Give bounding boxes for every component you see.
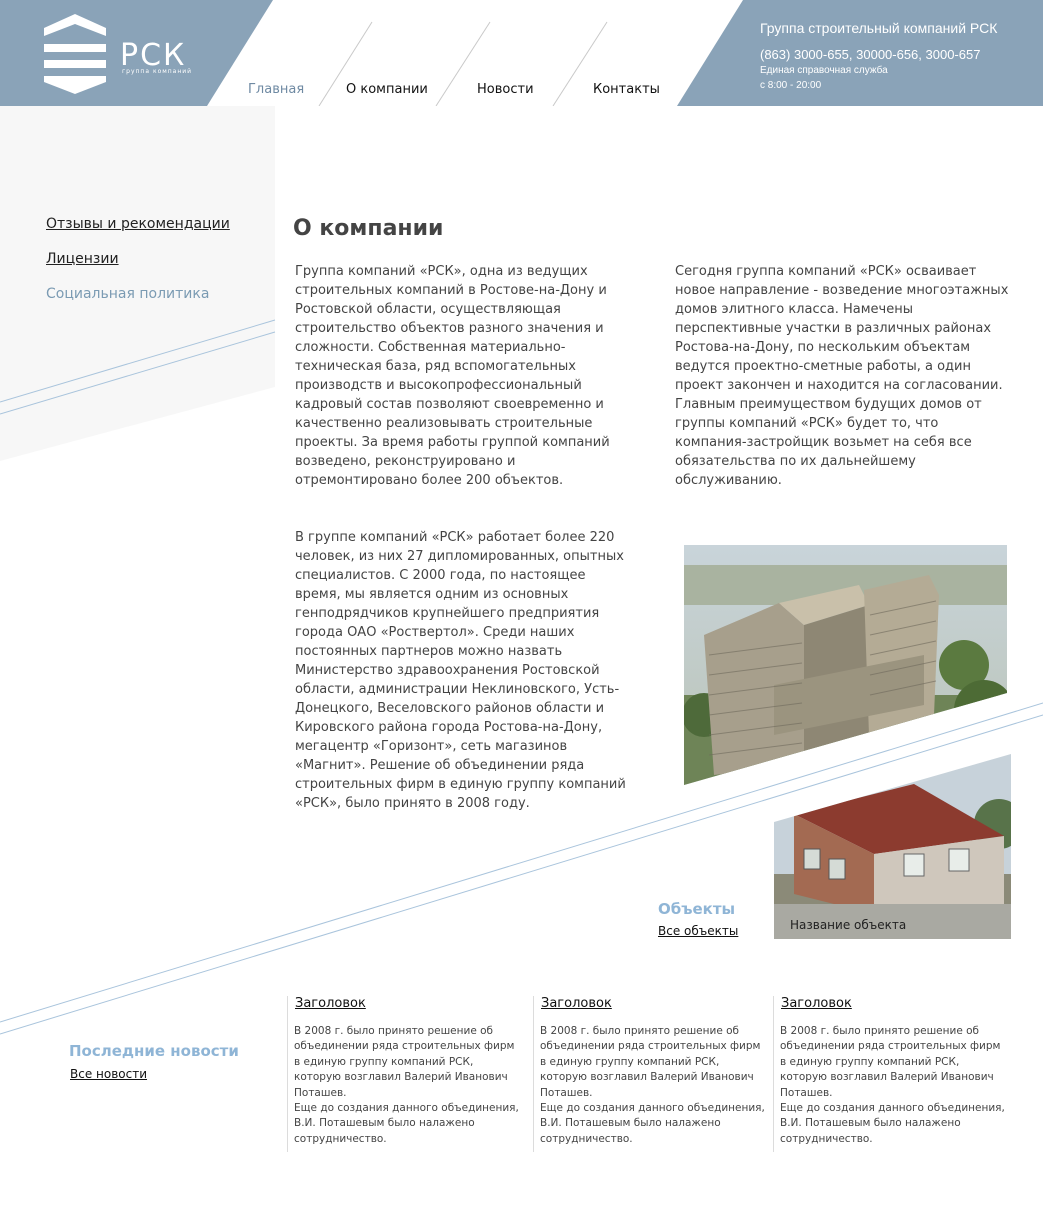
- phone-numbers: (863) 3000-655, 30000-656, 3000-657: [760, 47, 981, 62]
- logo-subtitle: группа компаний: [122, 68, 193, 75]
- about-paragraph-1: Группа компаний «РСК», одна из ведущих с…: [295, 264, 610, 488]
- site-header: РСК группа компаний Главная О компании Н…: [0, 0, 1043, 106]
- sidebar-item-licenses[interactable]: Лицензии: [46, 251, 119, 267]
- logo-icon: [44, 14, 106, 94]
- news-item: Заголовок В 2008 г. было принято решение…: [773, 996, 1005, 1152]
- nav-about[interactable]: О компании: [346, 82, 428, 97]
- news-item-text: В 2008 г. было принято решение об объеди…: [780, 1025, 1005, 1145]
- news-item-title[interactable]: Заголовок: [541, 996, 765, 1011]
- house-photo[interactable]: [774, 754, 1011, 939]
- about-paragraph-3: Сегодня группа компаний «РСК» осваивает …: [675, 264, 1009, 488]
- sidebar-item-reviews[interactable]: Отзывы и рекомендации: [46, 216, 230, 232]
- all-objects-link[interactable]: Все объекты: [658, 924, 738, 938]
- working-hours: с 8:00 - 20:00: [760, 80, 822, 91]
- nav-home[interactable]: Главная: [248, 82, 304, 97]
- news-item-text: В 2008 г. было принято решение об объеди…: [540, 1025, 765, 1145]
- building-photo[interactable]: [684, 545, 1007, 785]
- nav-news[interactable]: Новости: [477, 82, 534, 97]
- service-label: Единая справочная служба: [760, 65, 888, 76]
- news-item-title[interactable]: Заголовок: [781, 996, 1005, 1011]
- sidebar-item-social-policy[interactable]: Социальная политика: [46, 286, 209, 302]
- news-item: Заголовок В 2008 г. было принято решение…: [287, 996, 519, 1152]
- news-heading: Последние новости: [69, 1042, 239, 1060]
- news-item-text: В 2008 г. было принято решение об объеди…: [294, 1025, 519, 1145]
- objects-heading: Объекты: [658, 900, 736, 918]
- all-news-link[interactable]: Все новости: [70, 1067, 147, 1081]
- sidebar: Отзывы и рекомендации Лицензии Социальна…: [0, 106, 275, 461]
- news-item-title[interactable]: Заголовок: [295, 996, 519, 1011]
- object-caption: Название объекта: [790, 918, 907, 932]
- page-title: О компании: [293, 216, 444, 241]
- nav-contacts[interactable]: Контакты: [593, 82, 660, 97]
- news-item: Заголовок В 2008 г. было принято решение…: [533, 996, 765, 1152]
- about-paragraph-2: В группе компаний «РСК» работает более 2…: [295, 530, 626, 811]
- company-title: Группа строительный компаний РСК: [760, 20, 998, 36]
- logo[interactable]: РСК группа компаний: [42, 12, 202, 96]
